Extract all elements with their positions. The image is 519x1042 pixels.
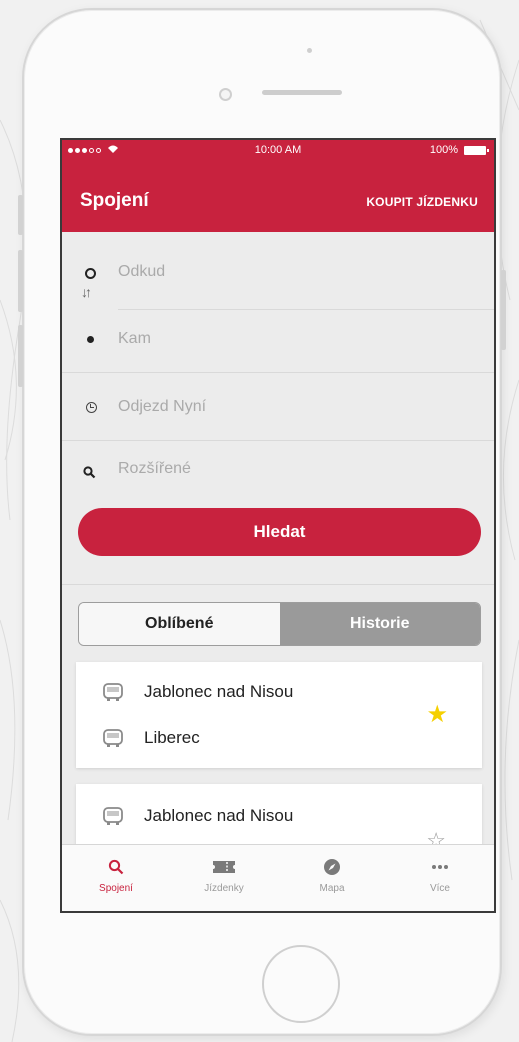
- from-input[interactable]: Odkud: [118, 263, 165, 281]
- bus-icon: [103, 729, 123, 747]
- volume-down-button: [18, 325, 23, 387]
- divider: [62, 584, 494, 585]
- battery-percentage: 100%: [429, 144, 458, 156]
- page-title: Spojení: [80, 190, 149, 211]
- tab-vice[interactable]: Více: [386, 845, 494, 911]
- tab-history[interactable]: Historie: [279, 603, 480, 645]
- divider: [118, 309, 494, 310]
- bus-icon: [103, 683, 123, 701]
- destination-dot-icon: [87, 336, 94, 343]
- favorites-history-toggle: Oblíbené Historie: [78, 602, 481, 646]
- divider: [62, 440, 494, 441]
- search-button[interactable]: Hledat: [78, 508, 481, 556]
- search-icon: [83, 466, 96, 479]
- search-form: Odkud ↓↑ Kam Odjezd Nyní Rozšířené Hleda…: [62, 232, 494, 586]
- origin-dot-icon: [85, 268, 96, 279]
- more-icon: [432, 865, 448, 869]
- departure-time-field[interactable]: Odjezd Nyní: [118, 398, 206, 416]
- proximity-sensor: [307, 48, 312, 53]
- mute-switch: [18, 195, 23, 235]
- home-button[interactable]: [262, 945, 340, 1023]
- connection-card[interactable]: Jablonec nad Nisou Liberec ★: [76, 662, 482, 768]
- tab-spojeni[interactable]: Spojení: [62, 845, 170, 911]
- tab-label: Více: [429, 883, 450, 894]
- to-input[interactable]: Kam: [118, 330, 151, 348]
- bus-icon: [103, 807, 123, 825]
- front-camera: [219, 88, 232, 101]
- swap-direction-icon[interactable]: ↓↑: [81, 284, 92, 300]
- tab-jizdenky[interactable]: Jízdenky: [170, 845, 278, 911]
- earpiece-speaker: [262, 90, 342, 95]
- tab-mapa[interactable]: Mapa: [278, 845, 386, 911]
- status-bar: 10:00 AM 100%: [62, 140, 494, 162]
- app-screen: 10:00 AM 100% Spojení KOUPIT JÍZDENKU Od…: [60, 138, 496, 913]
- connection-from: Jablonec nad Nisou: [144, 806, 294, 825]
- search-icon: [108, 859, 124, 875]
- app-header: Spojení KOUPIT JÍZDENKU: [62, 162, 494, 232]
- tab-label: Jízdenky: [204, 883, 244, 894]
- tab-label: Mapa: [319, 883, 345, 894]
- clock-icon: [86, 402, 97, 413]
- buy-ticket-link[interactable]: KOUPIT JÍZDENKU: [366, 195, 478, 209]
- connection-to: Liberec: [144, 728, 200, 747]
- advanced-search-field[interactable]: Rozšířené: [118, 460, 191, 478]
- favorite-star-icon[interactable]: ★: [426, 700, 448, 729]
- ticket-icon: [213, 861, 235, 873]
- battery-icon: [464, 145, 489, 155]
- tab-favorites[interactable]: Oblíbené: [79, 603, 280, 645]
- connection-from: Jablonec nad Nisou: [144, 682, 294, 701]
- power-button: [501, 270, 506, 350]
- bottom-tab-bar: Spojení Jízdenky Mapa Více: [62, 844, 494, 911]
- volume-up-button: [18, 250, 23, 312]
- compass-icon: [324, 859, 340, 875]
- divider: [62, 372, 494, 373]
- tab-label: Spojení: [99, 883, 133, 894]
